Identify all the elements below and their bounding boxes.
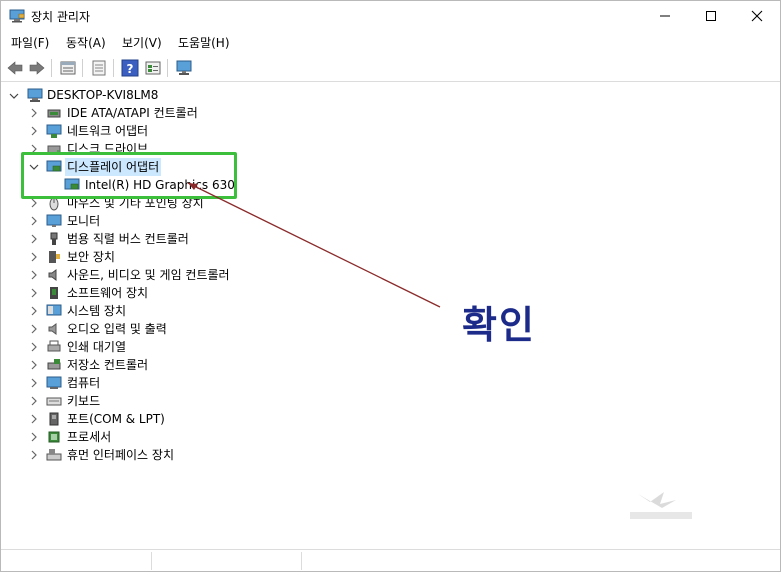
chevron-right-icon[interactable] [29,288,39,298]
svg-text:?: ? [127,62,134,76]
device-manager-window: 장치 관리자 파일(F) 동작(A) 보기(V) 도움말(H) ? DESKTO… [0,0,781,572]
tree-item-label[interactable]: 보안 장치 [67,248,115,266]
chevron-right-icon[interactable] [29,306,39,316]
chevron-right-icon[interactable] [29,270,39,280]
tree-item-label[interactable]: 저장소 컨트롤러 [67,356,148,374]
tree-item-label[interactable]: 인쇄 대기열 [67,338,126,356]
tree-item-label[interactable]: 컴퓨터 [67,374,100,392]
view-icon[interactable] [90,59,108,77]
tree-item-label[interactable]: 모니터 [67,212,100,230]
processor-icon [48,431,60,443]
chevron-right-icon[interactable] [29,252,39,262]
tree-item-label[interactable]: 네트워크 어댑터 [67,122,148,140]
tree-item-label[interactable]: 키보드 [67,392,100,410]
chevron-right-icon[interactable] [29,450,39,460]
chevron-right-icon[interactable] [29,396,39,406]
computer-root-icon [27,88,43,102]
close-icon [751,10,763,22]
tree-item-label[interactable]: 오디오 입력 및 출력 [67,320,167,338]
toolbar-separator [82,59,83,77]
status-bar [1,549,780,572]
window-title: 장치 관리자 [31,10,91,24]
watermark-logo [630,492,692,519]
tree-item-label[interactable]: 사운드, 비디오 및 게임 컨트롤러 [67,266,230,284]
chevron-right-icon[interactable] [29,216,39,226]
monitor-icon [46,214,62,227]
menu-bar: 파일(F) 동작(A) 보기(V) 도움말(H) [1,31,780,53]
menu-view[interactable]: 보기(V) [122,34,162,51]
computer-icon [46,376,62,389]
chevron-right-icon[interactable] [29,108,39,118]
status-segment [151,552,302,570]
chevron-right-icon[interactable] [29,414,39,424]
audio-io-icon [48,323,57,335]
chevron-right-icon[interactable] [29,378,39,388]
annotation-text: 확인 [462,303,536,347]
toolbar-separator [167,59,168,77]
toolbar-separator [113,59,114,77]
menu-help[interactable]: 도움말(H) [178,34,230,51]
network-adapter-icon [46,124,62,138]
security-device-icon [49,251,60,263]
minimize-button[interactable] [642,1,688,31]
list-view-icon[interactable] [144,59,162,77]
back-arrow-icon[interactable] [6,59,24,77]
tree-item-label[interactable]: 범용 직렬 버스 컨트롤러 [67,230,189,248]
system-device-icon [46,304,62,316]
toolbar: ? [1,54,780,82]
chevron-right-icon[interactable] [29,432,39,442]
keyboard-icon [46,397,62,406]
title-bar[interactable]: 장치 관리자 [1,1,780,31]
printer-icon [47,340,61,352]
highlight-box [21,152,237,199]
chevron-down-icon[interactable] [9,91,19,101]
ide-controller-icon [47,109,61,118]
speaker-icon [48,269,57,281]
status-segment [1,552,152,570]
forward-arrow-icon[interactable] [28,59,46,77]
chevron-right-icon[interactable] [29,342,39,352]
usb-icon [50,232,58,245]
maximize-icon [706,11,716,21]
help-icon[interactable]: ? [121,59,139,77]
minimize-icon [660,15,670,17]
menu-file[interactable]: 파일(F) [11,34,49,51]
properties-icon[interactable] [59,59,77,77]
tree-item-label[interactable]: IDE ATA/ATAPI 컨트롤러 [67,104,198,122]
chevron-right-icon[interactable] [29,126,39,136]
tree-item-label[interactable]: 포트(COM & LPT) [67,410,165,428]
software-device-icon [50,287,58,299]
close-button[interactable] [734,1,780,31]
hid-icon [46,449,62,461]
storage-controller-icon [47,359,61,370]
chevron-right-icon[interactable] [29,324,39,334]
chevron-right-icon[interactable] [29,198,39,208]
toolbar-separator [51,59,52,77]
maximize-button[interactable] [688,1,734,31]
chevron-right-icon[interactable] [29,234,39,244]
monitor-scan-icon[interactable] [175,59,193,77]
tree-item-label[interactable]: 소프트웨어 장치 [67,284,148,302]
device-manager-icon [9,9,25,23]
tree-item-label[interactable]: 프로세서 [67,428,111,446]
menu-action[interactable]: 동작(A) [66,34,106,51]
tree-item-label[interactable]: 휴먼 인터페이스 장치 [67,446,174,464]
tree-root-label[interactable]: DESKTOP-KVI8LM8 [47,86,158,104]
port-icon [49,412,59,426]
tree-item-label[interactable]: 시스템 장치 [67,302,126,320]
chevron-right-icon[interactable] [29,360,39,370]
